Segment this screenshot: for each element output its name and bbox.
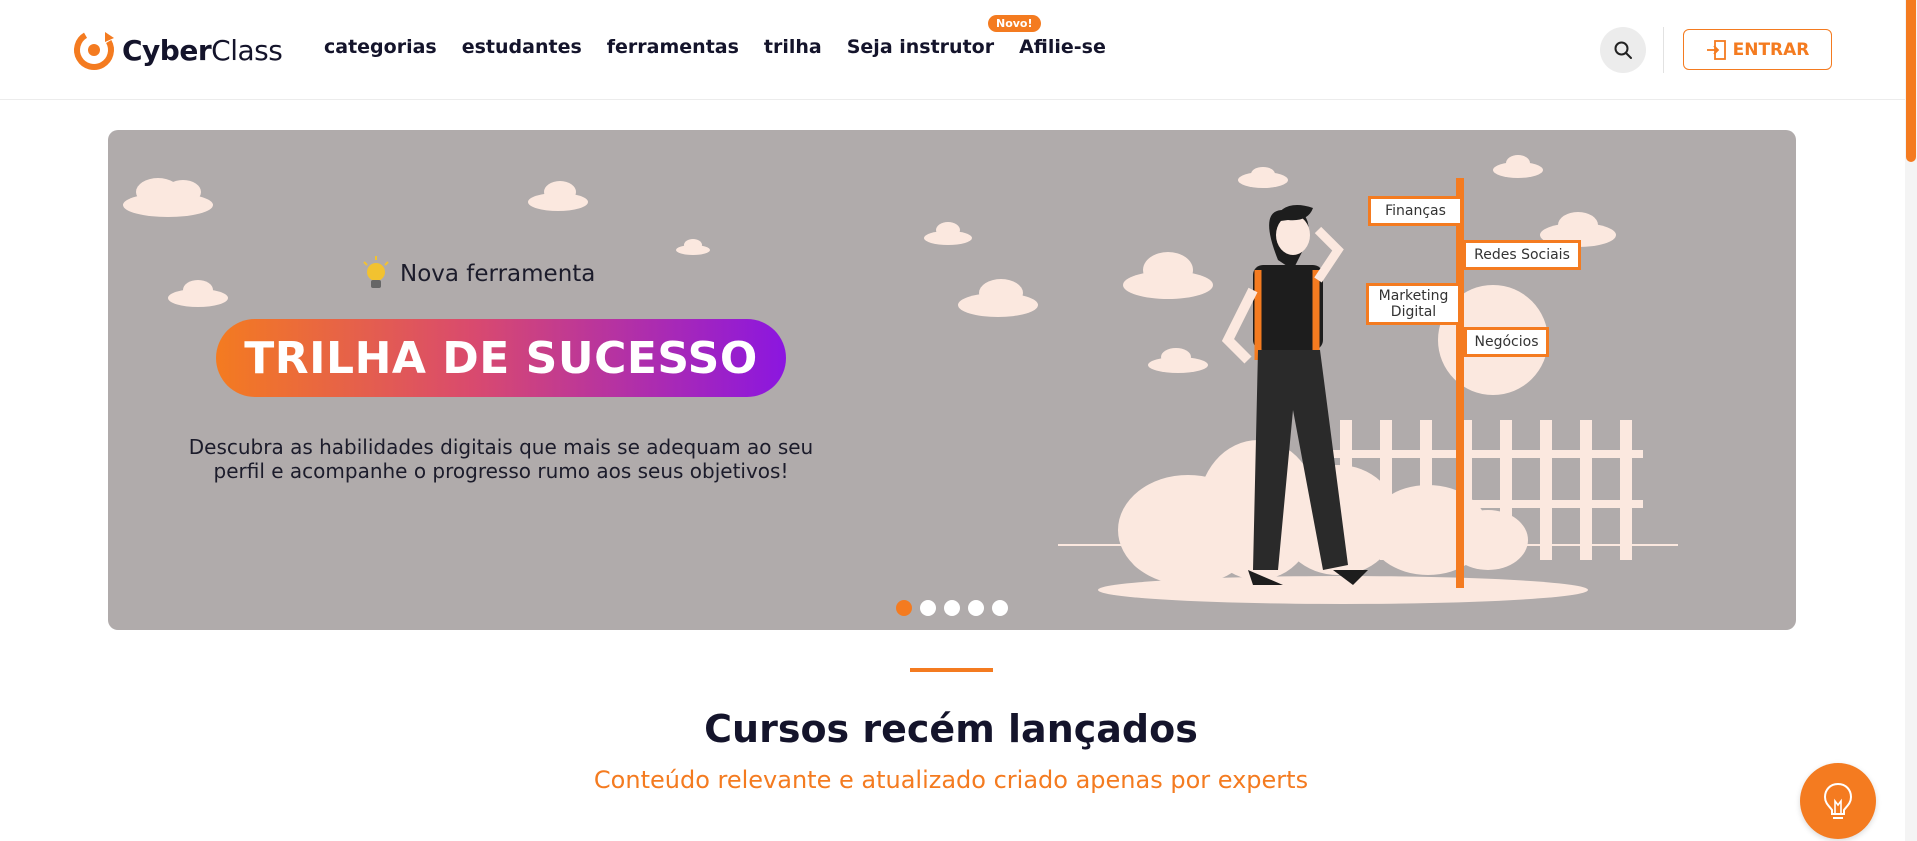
nav-trilha[interactable]: trilha (764, 36, 822, 58)
lightbulb-icon (363, 256, 389, 288)
logo-icon (74, 30, 114, 70)
help-button[interactable] (1800, 763, 1876, 839)
site-header: CyberClass categorias estudantes ferrame… (0, 0, 1917, 100)
hero-banner[interactable]: Nova ferramenta TRILHA DE SUCESSO Descub… (108, 130, 1796, 630)
carousel-dot-4[interactable] (968, 600, 984, 616)
new-tool-tag: Nova ferramenta (362, 256, 595, 292)
carousel-dot-3[interactable] (944, 600, 960, 616)
sign-redes-sociais: Redes Sociais (1463, 240, 1581, 270)
banner-headline: TRILHA DE SUCESSO (216, 319, 786, 397)
nav-estudantes[interactable]: estudantes (462, 36, 582, 58)
lightbulb-icon (1823, 782, 1853, 819)
banner-description: Descubra as habilidades digitais que mai… (188, 435, 814, 483)
section-title: Cursos recém lançados (704, 707, 1198, 751)
new-badge: Novo! (988, 15, 1041, 32)
nav-ferramentas[interactable]: ferramentas (607, 36, 739, 58)
logo[interactable]: CyberClass (72, 28, 283, 72)
section-subtitle: Conteúdo relevante e atualizado criado a… (593, 766, 1309, 794)
carousel-dots (896, 600, 1008, 616)
section-accent-line (910, 668, 993, 672)
login-label: ENTRAR (1732, 39, 1810, 60)
header-divider (1663, 27, 1664, 73)
carousel-dot-1[interactable] (896, 600, 912, 616)
nav-seja-instrutor[interactable]: Seja instrutor (847, 36, 994, 58)
sign-marketing-digital: Marketing Digital (1366, 283, 1461, 325)
main-nav: categorias estudantes ferramentas trilha… (324, 36, 1106, 58)
carousel-dot-5[interactable] (992, 600, 1008, 616)
login-button[interactable]: ENTRAR (1683, 29, 1832, 70)
carousel-dot-2[interactable] (920, 600, 936, 616)
nav-categorias[interactable]: categorias (324, 36, 437, 58)
nav-afilie-se[interactable]: Afilie-se (1019, 36, 1106, 58)
search-button[interactable] (1600, 27, 1646, 73)
sign-negocios: Negócios (1464, 327, 1549, 357)
sign-financas: Finanças (1368, 196, 1463, 226)
scrollbar-thumb[interactable] (1906, 0, 1916, 162)
new-tool-label: Nova ferramenta (400, 261, 596, 287)
logo-text: CyberClass (122, 33, 283, 67)
search-icon (1614, 41, 1632, 59)
door-enter-icon (1706, 39, 1726, 60)
